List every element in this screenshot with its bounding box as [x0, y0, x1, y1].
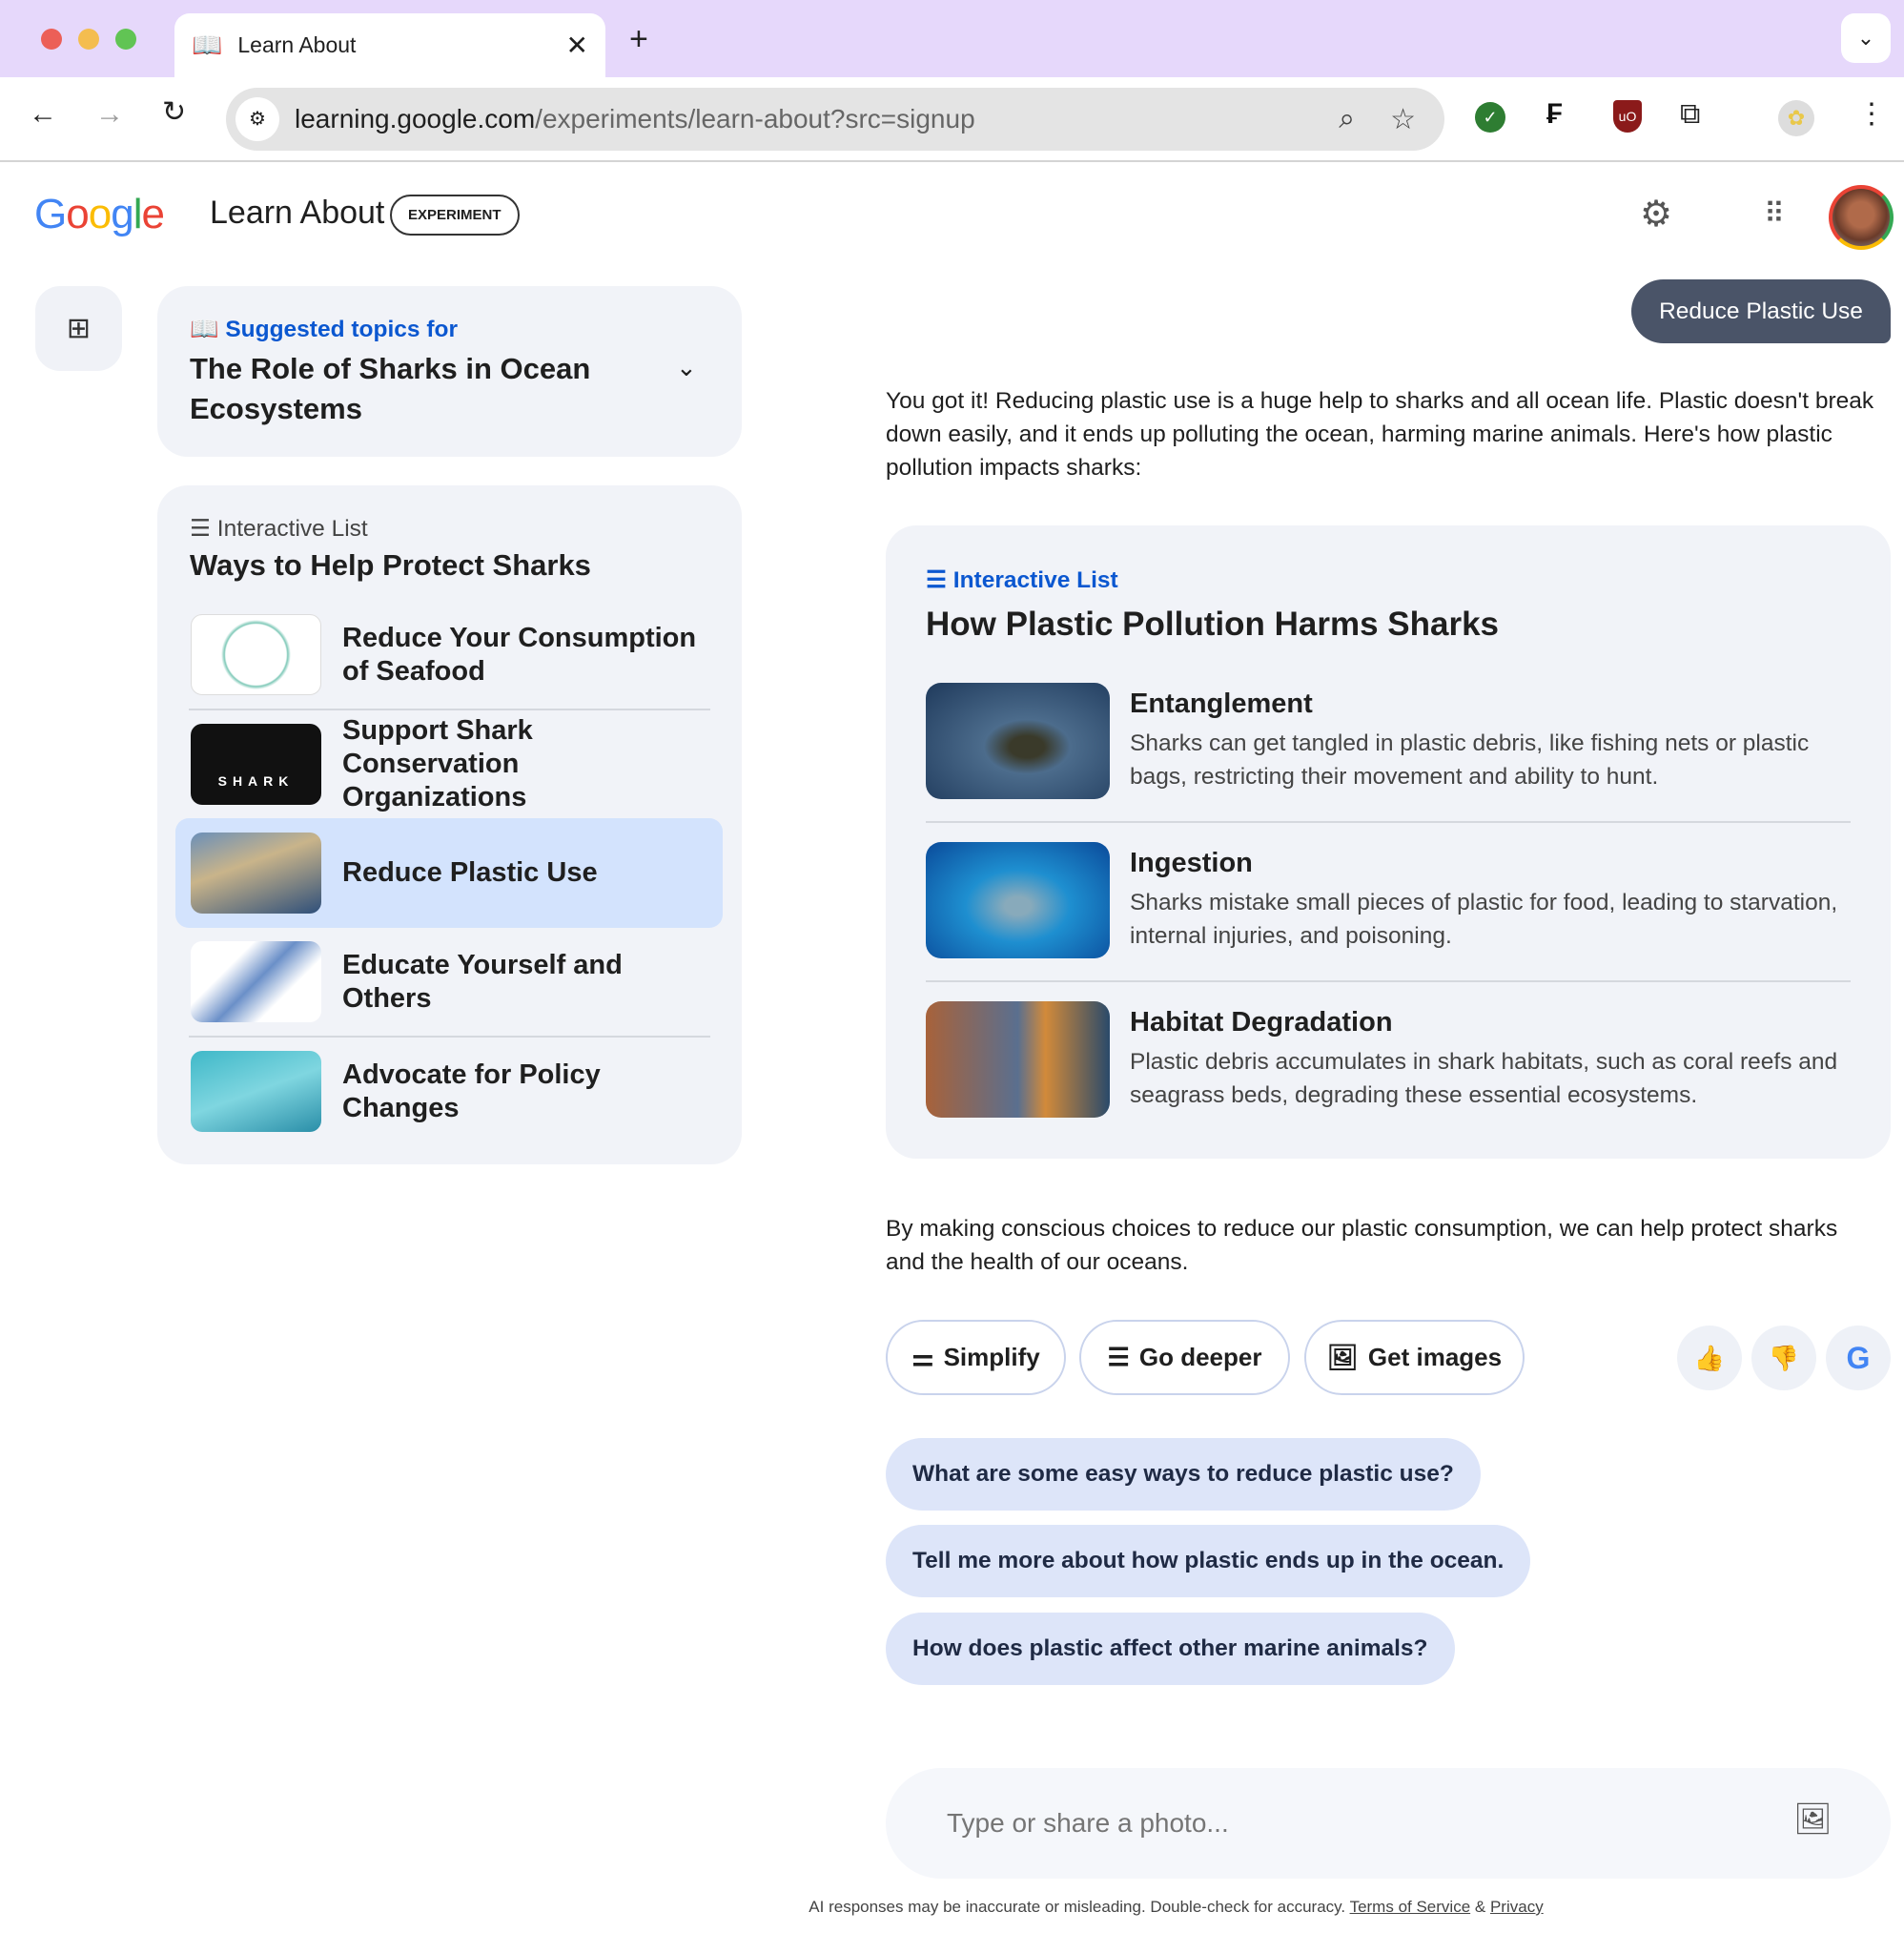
menu-kebab-icon[interactable]: ⋮ [1857, 100, 1886, 129]
chat-input-box[interactable]: 🖼 [886, 1768, 1891, 1879]
item-label: Reduce Your Consumption of Seafood [342, 622, 697, 687]
tab-bar: 📖 Learn About ✕ + ⌄ [0, 0, 1904, 77]
item-title: Ingestion [1130, 848, 1253, 878]
followup-chip[interactable]: How does plastic affect other marine ani… [886, 1613, 1455, 1685]
list-title: Ways to Help Protect Sharks [190, 548, 591, 582]
lines-icon: ☰ [1107, 1343, 1130, 1371]
settings-gear-icon[interactable]: ⚙ [1640, 196, 1672, 233]
terms-link[interactable]: Terms of Service [1350, 1898, 1471, 1916]
fish-thumbnail [191, 614, 321, 695]
back-icon[interactable]: ← [29, 100, 57, 129]
site-info-icon[interactable]: ⚙ [235, 97, 279, 141]
response-outro: By making conscious choices to reduce ou… [886, 1216, 1838, 1275]
list-icon: ☰ [926, 567, 953, 593]
list-item[interactable]: Educate Yourself and Others [189, 928, 710, 1036]
ublock-icon[interactable]: uO [1613, 100, 1642, 133]
address-bar[interactable]: ⚙ learning.google.com/experiments/learn-… [226, 88, 1444, 151]
shark-logo-thumbnail: SHARK [191, 724, 321, 805]
image-icon: 🖼 [1326, 1343, 1359, 1371]
thumbs-down-button[interactable]: 👎 [1751, 1326, 1816, 1390]
tab-search-button[interactable]: ⌄ [1841, 13, 1891, 63]
get-images-button[interactable]: 🖼 Get images [1304, 1320, 1525, 1395]
privacy-link[interactable]: Privacy [1490, 1898, 1544, 1916]
book-icon: 📖 [190, 317, 226, 342]
whale-shark-thumbnail [926, 842, 1110, 958]
thumbs-up-button[interactable]: 👍 [1677, 1326, 1742, 1390]
list-item[interactable]: Reduce Your Consumption of Seafood [189, 601, 710, 709]
button-label: Simplify [943, 1343, 1040, 1371]
extension-f-icon[interactable]: ₣ [1546, 100, 1563, 129]
list-item[interactable]: Advocate for Policy Changes [189, 1038, 710, 1145]
extensions-puzzle-icon[interactable]: ⧉ [1680, 100, 1700, 129]
url-host: learning.google.com [295, 104, 536, 134]
browser-tab[interactable]: 📖 Learn About ✕ [174, 13, 605, 77]
bookmark-star-icon[interactable]: ☆ [1390, 103, 1416, 136]
maximize-window-button[interactable] [115, 29, 136, 50]
item-desc: Plastic debris accumulates in shark habi… [1130, 1049, 1838, 1108]
followup-chip[interactable]: What are some easy ways to reduce plasti… [886, 1438, 1481, 1511]
simplify-button[interactable]: ⚌ Simplify [886, 1320, 1066, 1395]
harm-item[interactable]: Entanglement Sharks can get tangled in pl… [926, 683, 1851, 802]
google-logo[interactable]: Google [34, 191, 165, 238]
suggested-label: Suggested topics for [225, 317, 458, 342]
suggested-topics-card[interactable]: 📖 Suggested topics for The Role of Shark… [157, 286, 742, 457]
new-tab-button[interactable]: + [629, 23, 648, 55]
divider [926, 821, 1851, 823]
followup-chip[interactable]: Tell me more about how plastic ends up i… [886, 1525, 1531, 1597]
tab-title: Learn About [237, 32, 357, 57]
go-deeper-button[interactable]: ☰ Go deeper [1079, 1320, 1290, 1395]
button-label: Get images [1367, 1343, 1503, 1371]
close-window-button[interactable] [41, 29, 62, 50]
disclaimer: AI responses may be inaccurate or mislea… [809, 1898, 1346, 1916]
apps-grid-icon[interactable]: ⠿ [1764, 200, 1785, 229]
turtle-thumbnail [926, 683, 1110, 799]
suggested-topic-title: The Role of Sharks in Ocean Ecosystems [190, 352, 591, 425]
forward-icon[interactable]: → [95, 100, 124, 129]
shark-water-thumbnail [191, 1051, 321, 1132]
divider [926, 980, 1851, 982]
harm-item[interactable]: Habitat Degradation Plastic debris accumu… [926, 1001, 1851, 1120]
list-label: Interactive List [216, 516, 368, 542]
list-item-selected[interactable]: Reduce Plastic Use [189, 819, 710, 927]
item-label: Educate Yourself and Others [342, 949, 623, 1014]
minimize-window-button[interactable] [78, 29, 99, 50]
harm-item[interactable]: Ingestion Sharks mistake small pieces of … [926, 842, 1851, 961]
item-title: Entanglement [1130, 689, 1313, 719]
profile-flower-icon[interactable]: ✿ [1778, 100, 1814, 136]
item-label: Support Shark Conservation Organizations [342, 715, 533, 812]
app-name: Learn About [210, 195, 385, 231]
book-icon: 📖 [192, 31, 223, 59]
chat-input[interactable] [947, 1797, 1748, 1850]
experiment-badge: EXPERIMENT [390, 195, 520, 236]
item-desc: Sharks mistake small pieces of plastic f… [1130, 890, 1838, 949]
close-tab-icon[interactable]: ✕ [566, 30, 588, 61]
user-message-bubble: Reduce Plastic Use [1631, 279, 1891, 343]
list-icon: ☰ [190, 516, 217, 542]
item-label: Reduce Plastic Use [342, 857, 598, 888]
reload-icon[interactable]: ↻ [162, 98, 186, 127]
response-intro: You got it! Reducing plastic use is a hu… [886, 388, 1874, 481]
ampersand: & [1474, 1898, 1486, 1916]
simplify-icon: ⚌ [911, 1343, 934, 1371]
google-search-button[interactable]: G [1826, 1326, 1891, 1390]
account-avatar[interactable] [1829, 185, 1894, 250]
list-label: Interactive List [952, 567, 1118, 593]
cartoon-shark-thumbnail [191, 941, 321, 1022]
extension-check-icon[interactable]: ✓ [1475, 102, 1505, 133]
coral-reef-thumbnail [926, 1001, 1110, 1118]
upload-image-icon[interactable]: 🖼 [1793, 1800, 1832, 1837]
item-title: Habitat Degradation [1130, 1007, 1393, 1038]
new-chat-button[interactable]: ⊞ [35, 286, 122, 371]
item-label: Advocate for Policy Changes [342, 1059, 601, 1123]
list-item[interactable]: SHARK Support Shark Conservation Organiza… [189, 710, 710, 818]
url-path: /experiments/learn-about?src=signup [535, 104, 975, 134]
zoom-icon[interactable]: ⌕ [1339, 103, 1355, 135]
footer: AI responses may be inaccurate or mislea… [0, 1898, 1904, 1917]
list-title: How Plastic Pollution Harms Sharks [926, 606, 1499, 643]
item-desc: Sharks can get tangled in plastic debris… [1130, 730, 1810, 790]
chevron-down-icon[interactable]: ⌄ [676, 353, 697, 382]
plastic-thumbnail [191, 833, 321, 914]
button-label: Go deeper [1138, 1343, 1262, 1371]
